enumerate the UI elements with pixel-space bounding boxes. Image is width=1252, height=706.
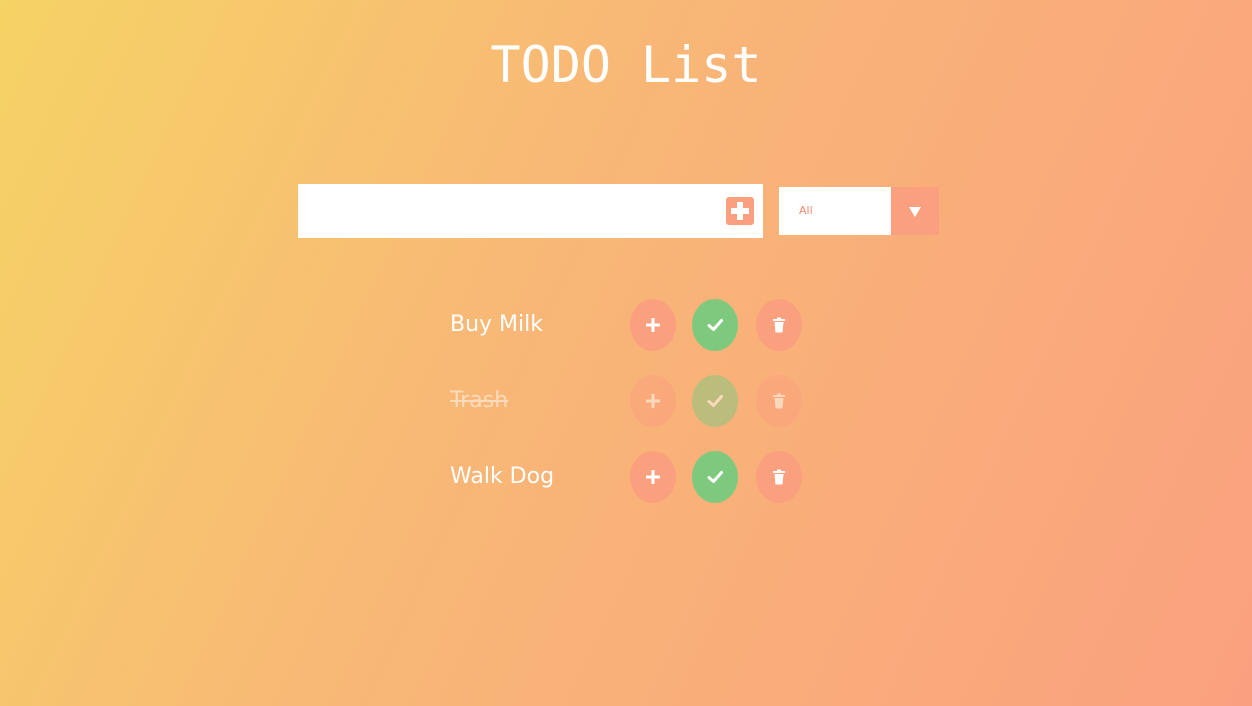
todo-text: Buy Milk bbox=[450, 312, 543, 337]
todo-item: Trash bbox=[450, 375, 810, 427]
todo-delete-button[interactable] bbox=[756, 451, 802, 503]
trash-icon bbox=[773, 317, 785, 333]
check-icon bbox=[707, 395, 723, 407]
plus-icon bbox=[646, 318, 660, 332]
todo-plus-button[interactable] bbox=[630, 299, 676, 351]
trash-icon bbox=[773, 469, 785, 485]
todo-list: Buy Milk Trash Walk Dog bbox=[450, 299, 810, 527]
todo-plus-button[interactable] bbox=[630, 375, 676, 427]
todo-complete-button[interactable] bbox=[692, 299, 738, 351]
filter-select[interactable]: All bbox=[779, 187, 939, 235]
caret-down-icon bbox=[909, 207, 921, 217]
plus-icon bbox=[646, 470, 660, 484]
check-icon bbox=[707, 471, 723, 483]
todo-item: Buy Milk bbox=[450, 299, 810, 351]
todo-plus-button[interactable] bbox=[630, 451, 676, 503]
add-todo-button[interactable] bbox=[726, 197, 754, 225]
check-icon bbox=[707, 319, 723, 331]
plus-icon bbox=[646, 394, 660, 408]
todo-delete-button[interactable] bbox=[756, 299, 802, 351]
todo-item: Walk Dog bbox=[450, 451, 810, 503]
todo-text: Walk Dog bbox=[450, 464, 555, 489]
new-todo-form bbox=[298, 184, 763, 238]
plus-square-icon bbox=[731, 202, 749, 220]
todo-delete-button[interactable] bbox=[756, 375, 802, 427]
filter-dropdown-toggle[interactable] bbox=[891, 187, 939, 235]
todo-complete-button[interactable] bbox=[692, 375, 738, 427]
todo-complete-button[interactable] bbox=[692, 451, 738, 503]
todo-text: Trash bbox=[450, 388, 509, 413]
filter-selected-value: All bbox=[799, 204, 813, 217]
page-title: TODO List bbox=[490, 36, 762, 94]
trash-icon bbox=[773, 393, 785, 409]
new-todo-input[interactable] bbox=[298, 184, 718, 238]
